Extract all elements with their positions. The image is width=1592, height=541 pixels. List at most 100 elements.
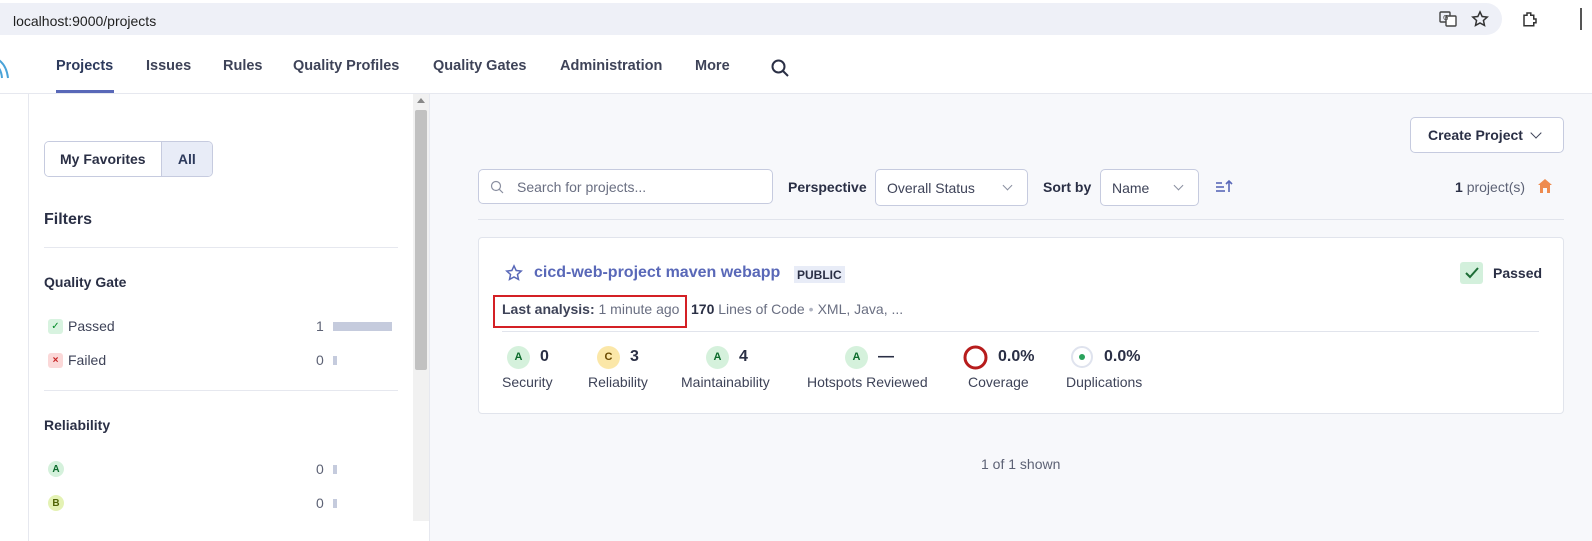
facet-bar bbox=[333, 465, 337, 474]
chevron-down-icon bbox=[1173, 180, 1184, 191]
facet-reliability-b[interactable]: B 0 bbox=[48, 493, 393, 513]
facet-failed[interactable]: × Failed 0 bbox=[48, 350, 393, 370]
facet-bar bbox=[333, 356, 337, 365]
facet-reliability-a[interactable]: A 0 bbox=[48, 459, 393, 479]
shown-count: 1 of 1 shown bbox=[981, 456, 1061, 472]
perspective-label: Perspective bbox=[788, 179, 867, 195]
nav-rules[interactable]: Rules bbox=[223, 58, 263, 74]
browser-url-bar: localhost:9000/projects G bbox=[0, 0, 1582, 38]
create-project-button[interactable]: Create Project bbox=[1410, 117, 1564, 153]
address-bar[interactable]: localhost:9000/projects bbox=[0, 3, 1502, 35]
metric-security[interactable]: A 0 bbox=[507, 345, 549, 369]
sort-select[interactable]: Name bbox=[1100, 169, 1199, 206]
nav-quality-profiles[interactable]: Quality Profiles bbox=[293, 58, 399, 74]
facet-passed[interactable]: ✓ Passed 1 bbox=[48, 316, 393, 336]
status-text: Passed bbox=[1493, 265, 1543, 281]
last-analysis: Last analysis: 1 minute ago bbox=[502, 301, 679, 317]
translate-icon[interactable]: G bbox=[1437, 8, 1459, 30]
grade-a-badge: A bbox=[48, 461, 64, 477]
metric-value: 3 bbox=[630, 348, 639, 365]
project-count: 1 project(s) bbox=[1455, 179, 1525, 195]
facet-label: Failed bbox=[68, 352, 107, 368]
facet-count: 0 bbox=[316, 461, 324, 477]
sidebar-scrollbar[interactable] bbox=[413, 94, 429, 521]
cross-icon: × bbox=[48, 352, 63, 368]
search-icon[interactable] bbox=[770, 58, 790, 78]
chevron-down-icon bbox=[1530, 126, 1542, 139]
project-count-suffix: project(s) bbox=[1466, 179, 1526, 195]
project-name-link[interactable]: cicd-web-project maven webapp bbox=[534, 264, 780, 282]
last-analysis-value: 1 minute ago bbox=[598, 301, 680, 317]
facet-count: 0 bbox=[316, 352, 324, 368]
perspective-value: Overall Status bbox=[887, 179, 975, 196]
grade-badge: A bbox=[507, 345, 530, 369]
metric-label: Reliability bbox=[588, 374, 648, 390]
metric-value: 0.0% bbox=[998, 348, 1035, 365]
grade-badge: A bbox=[706, 345, 729, 369]
metric-hotspots[interactable]: A — bbox=[845, 345, 894, 369]
check-icon bbox=[1460, 262, 1483, 284]
metric-value: 0.0% bbox=[1104, 348, 1141, 365]
quality-gate-title: Quality Gate bbox=[44, 274, 127, 290]
last-analysis-label: Last analysis: bbox=[502, 301, 595, 317]
all-button[interactable]: All bbox=[161, 142, 212, 176]
metric-label: Coverage bbox=[968, 374, 1029, 390]
nav-issues[interactable]: Issues bbox=[146, 58, 191, 74]
facet-bar bbox=[333, 499, 337, 508]
nav-quality-gates[interactable]: Quality Gates bbox=[433, 58, 526, 74]
metric-coverage[interactable]: 0.0% bbox=[963, 345, 1034, 369]
grade-badge: C bbox=[597, 345, 620, 369]
search-icon bbox=[490, 180, 504, 194]
filters-title: Filters bbox=[44, 211, 93, 228]
metric-value: 4 bbox=[739, 348, 748, 365]
lines-of-code: 170 Lines of Code • XML, Java, ... bbox=[691, 301, 904, 317]
reliability-title: Reliability bbox=[44, 417, 111, 433]
facet-count: 0 bbox=[316, 495, 324, 511]
active-tab-indicator bbox=[56, 90, 114, 93]
metric-duplications[interactable]: 0.0% bbox=[1070, 345, 1140, 369]
nav-more[interactable]: More bbox=[695, 58, 730, 74]
divider bbox=[478, 219, 1564, 220]
metric-maintainability[interactable]: A 4 bbox=[706, 345, 748, 369]
coverage-ring-icon bbox=[963, 345, 988, 369]
sort-label: Sort by bbox=[1043, 179, 1092, 195]
grade-badge: A bbox=[845, 345, 868, 369]
nav-administration[interactable]: Administration bbox=[560, 58, 662, 74]
search-input[interactable] bbox=[517, 177, 767, 197]
loc-label: Lines of Code bbox=[718, 301, 805, 317]
top-navigation: Projects Issues Rules Quality Profiles Q… bbox=[0, 42, 1592, 94]
divider bbox=[502, 331, 1539, 332]
duplications-ring-icon bbox=[1071, 346, 1093, 368]
my-favorites-button[interactable]: My Favorites bbox=[45, 142, 162, 176]
loc-value: 170 bbox=[691, 301, 715, 317]
quality-gate-status: Passed bbox=[1460, 262, 1542, 284]
nav-projects[interactable]: Projects bbox=[56, 58, 113, 74]
divider bbox=[44, 247, 398, 248]
sonarqube-logo-icon[interactable] bbox=[0, 52, 10, 80]
bookmark-star-icon[interactable] bbox=[1469, 8, 1491, 30]
sort-value: Name bbox=[1112, 179, 1150, 196]
metric-label: Security bbox=[502, 374, 553, 390]
url-text[interactable]: localhost:9000/projects bbox=[13, 13, 156, 29]
visibility-badge: PUBLIC bbox=[794, 266, 845, 283]
metric-label: Maintainability bbox=[681, 374, 770, 390]
scroll-up-arrow-icon[interactable] bbox=[417, 98, 425, 103]
metric-label: Duplications bbox=[1066, 374, 1143, 390]
scroll-thumb[interactable] bbox=[415, 110, 427, 370]
create-project-label: Create Project bbox=[1428, 127, 1523, 143]
grade-b-badge: B bbox=[48, 495, 64, 511]
svg-text:G: G bbox=[1443, 14, 1448, 22]
project-search bbox=[478, 169, 773, 204]
chevron-down-icon bbox=[1002, 180, 1013, 191]
extensions-icon[interactable] bbox=[1519, 8, 1541, 30]
menu-edge bbox=[1580, 8, 1582, 30]
home-icon[interactable] bbox=[1537, 178, 1553, 194]
metric-value: 0 bbox=[540, 348, 549, 365]
metric-reliability[interactable]: C 3 bbox=[597, 345, 639, 369]
divider bbox=[44, 390, 398, 391]
sort-direction-icon[interactable] bbox=[1215, 179, 1233, 195]
project-count-number: 1 bbox=[1455, 179, 1463, 195]
facet-bar bbox=[333, 322, 392, 331]
perspective-select[interactable]: Overall Status bbox=[875, 169, 1028, 206]
favorite-star-icon[interactable] bbox=[505, 264, 523, 282]
